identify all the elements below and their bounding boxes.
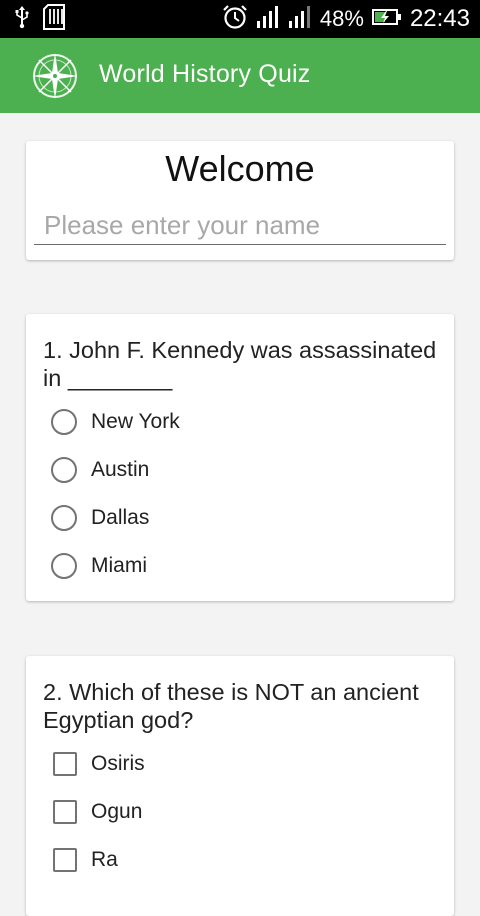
- option-label: Osiris: [91, 752, 145, 775]
- sd-card-icon: [42, 3, 66, 35]
- battery-percent: 48%: [319, 6, 364, 31]
- question-text: 1. John F. Kennedy was assassinated in _…: [43, 337, 437, 391]
- name-input[interactable]: [34, 206, 446, 245]
- radio-button[interactable]: [51, 409, 77, 435]
- option-label: Ra: [91, 848, 118, 871]
- option-label: Austin: [91, 458, 150, 481]
- radio-option-dallas[interactable]: Dallas: [51, 494, 431, 542]
- signal-icon: [256, 5, 280, 34]
- checkbox-option-osiris[interactable]: Osiris: [51, 740, 431, 788]
- question-card: 2. Which of these is NOT an ancient Egyp…: [26, 656, 454, 916]
- checkbox[interactable]: [53, 800, 77, 824]
- question-text: 2. Which of these is NOT an ancient Egyp…: [43, 679, 419, 733]
- app-title: World History Quiz: [99, 60, 311, 88]
- compass-icon: [30, 51, 80, 101]
- option-label: New York: [91, 410, 180, 433]
- status-bar: 48% 22:43: [0, 0, 480, 38]
- radio-button[interactable]: [51, 553, 77, 579]
- signal-icon: [288, 5, 312, 34]
- question-card: 1. John F. Kennedy was assassinated in _…: [26, 314, 454, 601]
- checkbox[interactable]: [53, 752, 77, 776]
- radio-option-new-york[interactable]: New York: [51, 398, 431, 446]
- option-label: Miami: [91, 554, 147, 577]
- radio-button[interactable]: [51, 457, 77, 483]
- checkbox[interactable]: [53, 848, 77, 872]
- option-label: Ogun: [91, 800, 143, 823]
- checkbox-option-ra[interactable]: Ra: [51, 836, 431, 884]
- radio-button[interactable]: [51, 505, 77, 531]
- option-label: Dallas: [91, 506, 150, 529]
- alarm-icon: [222, 4, 248, 35]
- options-group: New York Austin Dallas Miami: [51, 398, 431, 590]
- welcome-title: Welcome: [165, 148, 315, 189]
- radio-option-miami[interactable]: Miami: [51, 542, 431, 590]
- welcome-card: Welcome: [26, 141, 454, 260]
- clock: 22:43: [409, 5, 470, 32]
- usb-icon: [14, 5, 30, 34]
- app-bar: World History Quiz: [0, 38, 480, 113]
- radio-option-austin[interactable]: Austin: [51, 446, 431, 494]
- options-group: Osiris Ogun Ra: [51, 740, 431, 884]
- checkbox-option-ogun[interactable]: Ogun: [51, 788, 431, 836]
- battery-charging-icon: [371, 8, 402, 31]
